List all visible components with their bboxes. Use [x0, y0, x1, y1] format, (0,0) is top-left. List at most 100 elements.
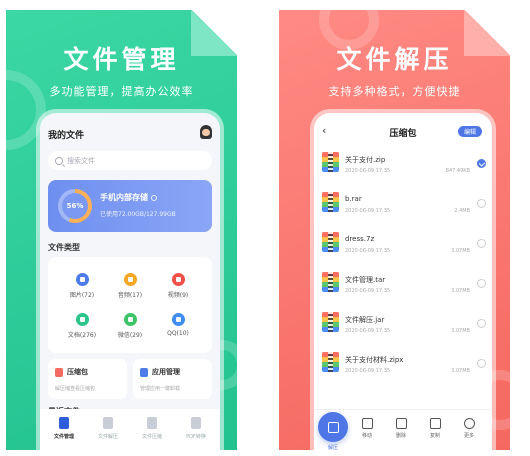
promo-panel-file-management: 文件管理 多功能管理，提高办公效率 我的文件 56% 手机内部存储 已使用72.… [6, 10, 237, 450]
document-icon [75, 313, 89, 326]
storage-title: 手机内部存储 [100, 192, 157, 203]
tab-label: PDF转换 [186, 434, 206, 440]
select-checkbox[interactable] [477, 199, 486, 208]
wechat-icon [123, 313, 137, 326]
select-checkbox[interactable] [477, 279, 486, 288]
more-button[interactable]: 更多 [454, 418, 484, 439]
file-row[interactable]: 文件管理.tar 2020-06-09 17:35 3.07MB [314, 265, 492, 305]
copy-button[interactable]: 复制 [420, 418, 450, 439]
file-date: 2020-06-09 17:35 [345, 248, 391, 254]
file-row[interactable]: 关于支付.zip 2020-06-09 17:35 847.49KB [314, 145, 492, 185]
file-date: 2020-06-09 17:35 [345, 208, 391, 214]
archive-file-icon [322, 352, 339, 372]
tool-title: 应用管理 [152, 368, 180, 376]
file-row[interactable]: 关于支付材料.zipx 2020-06-09 17:35 3.07MB [314, 345, 492, 385]
action-label: 移动 [361, 433, 372, 439]
file-type-label: 图片(72) [69, 292, 95, 299]
search-input[interactable] [67, 156, 187, 165]
file-type-label: QQ(10) [167, 330, 189, 337]
file-type-label: 音频(17) [117, 292, 143, 299]
file-size: 3.07MB [451, 288, 470, 294]
file-name: 文件管理.tar [345, 276, 386, 284]
storage-usage-ring: 56% [58, 189, 92, 223]
tab-file-management[interactable]: 文件管理 [42, 417, 86, 440]
action-label: 解压 [327, 445, 338, 450]
promo-headline: 文件管理 [63, 45, 180, 74]
file-type-documents[interactable]: 文档(276) [56, 313, 108, 339]
tool-desc: 解压缩查看压缩包 [55, 386, 96, 392]
search-bar[interactable] [48, 151, 212, 170]
copy-icon [429, 418, 441, 429]
edit-button[interactable]: 编辑 [457, 126, 482, 137]
action-label: 复制 [429, 433, 440, 439]
image-icon [75, 273, 89, 286]
file-row[interactable]: b.rar 2020-06-09 17:35 2.4MB [314, 185, 492, 225]
music-icon [123, 273, 137, 286]
select-checkbox[interactable] [477, 239, 486, 248]
qq-icon [171, 313, 185, 326]
file-row[interactable]: dress.7z 2020-06-09 17:35 3.07MB [314, 225, 492, 265]
archive-icon [55, 368, 63, 377]
avatar[interactable] [200, 125, 212, 139]
file-name: dress.7z [345, 235, 375, 243]
file-type-audio[interactable]: 音频(17) [104, 273, 156, 299]
archive-file-icon [322, 232, 339, 252]
folder-icon [59, 417, 69, 429]
extract-icon [327, 421, 339, 433]
extract-bubble [318, 412, 348, 442]
file-date: 2020-06-09 17:35 [345, 368, 391, 374]
promo-subline: 支持多种格式，方便快捷 [328, 85, 461, 98]
bottom-tab-bar: 文件管理 文件解压 文件压缩 PDF转换 [40, 409, 220, 450]
storage-percent: 56% [62, 193, 88, 219]
file-type-images[interactable]: 图片(72) [56, 273, 108, 299]
file-type-video[interactable]: 视频(9) [152, 273, 204, 299]
promo-panel-file-extract: 文件解压 支持多种格式，方便快捷 ‹ 压缩包 编辑 关于支付.zip 2020-… [279, 10, 510, 450]
section-title-file-types: 文件类型 [48, 243, 80, 252]
phone-screen-archive-list: ‹ 压缩包 编辑 关于支付.zip 2020-06-09 17:35 847.4… [314, 113, 492, 450]
file-date: 2020-06-09 17:35 [345, 328, 391, 334]
tab-file-compress[interactable]: 文件压缩 [130, 417, 174, 440]
file-name: 文件解压.jar [345, 316, 385, 324]
tool-desc: 管理应用一键卸载 [140, 386, 181, 392]
video-icon [171, 273, 185, 286]
tab-pdf-convert[interactable]: PDF转换 [174, 417, 218, 440]
phone-screen-file-manager: 我的文件 56% 手机内部存储 已使用72.00GB/127.99GB 文件类型… [40, 113, 220, 450]
action-label: 更多 [463, 433, 474, 439]
tool-card-archive[interactable]: 压缩包 解压缩查看压缩包 [48, 359, 127, 399]
file-size: 847.49KB [445, 168, 470, 174]
archive-file-icon [322, 192, 339, 212]
extract-button[interactable]: 解压 [318, 410, 348, 450]
move-button[interactable]: 移动 [352, 418, 382, 439]
archive-file-icon [322, 152, 339, 172]
storage-title-text: 手机内部存储 [100, 193, 148, 202]
file-size: 2.4MB [454, 208, 470, 214]
pdf-icon [191, 417, 201, 429]
file-types-card: 图片(72) 音频(17) 视频(9) 文档(276) 微信(29) QQ(10… [48, 257, 212, 353]
file-type-qq[interactable]: QQ(10) [152, 313, 204, 337]
storage-card[interactable]: 56% 手机内部存储 已使用72.00GB/127.99GB [48, 180, 212, 232]
select-checkbox[interactable] [477, 159, 486, 168]
file-name: 关于支付材料.zipx [345, 356, 404, 364]
file-row[interactable]: 文件解压.jar 2020-06-09 17:35 3.07MB [314, 305, 492, 345]
bottom-action-bar: 解压 移动 删除 复制 更多 [314, 409, 492, 450]
tab-label: 文件管理 [53, 434, 74, 440]
move-icon [361, 418, 373, 429]
file-size: 3.07MB [451, 368, 470, 374]
info-icon[interactable] [151, 194, 157, 201]
storage-detail: 已使用72.00GB/127.99GB [100, 211, 176, 218]
delete-icon [395, 418, 407, 429]
file-type-label: 文档(276) [67, 332, 97, 339]
file-date: 2020-06-09 17:35 [345, 168, 391, 174]
action-label: 删除 [395, 433, 406, 439]
select-checkbox[interactable] [477, 319, 486, 328]
select-checkbox[interactable] [477, 359, 486, 368]
file-type-wechat[interactable]: 微信(29) [104, 313, 156, 339]
tool-title: 压缩包 [67, 368, 88, 376]
file-size: 3.07MB [451, 328, 470, 334]
tool-card-app-manager[interactable]: 应用管理 管理应用一键卸载 [133, 359, 212, 399]
file-name: b.rar [345, 195, 362, 203]
delete-button[interactable]: 删除 [386, 418, 416, 439]
file-size: 3.07MB [451, 248, 470, 254]
tab-file-extract[interactable]: 文件解压 [86, 417, 130, 440]
file-date: 2020-06-09 17:35 [345, 288, 391, 294]
